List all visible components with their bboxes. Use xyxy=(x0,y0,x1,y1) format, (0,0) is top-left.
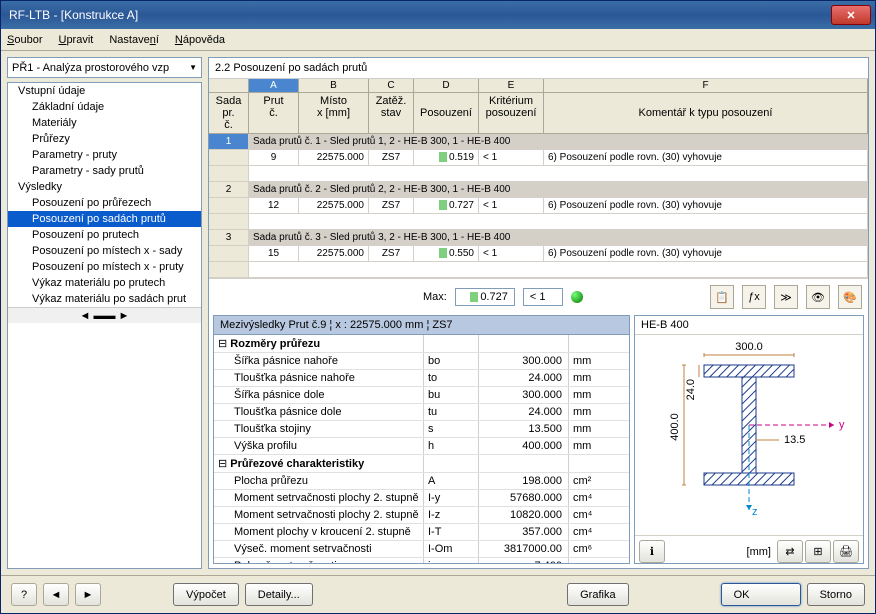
tool-btn-5[interactable]: 🎨 xyxy=(838,285,862,309)
bottom-bar: ? ◄ ► Výpočet Detaily... Grafika OK Stor… xyxy=(1,575,875,613)
svg-text:y: y xyxy=(839,419,845,431)
detail-row: Moment setrvačnosti plochy 2. stupněI-z1… xyxy=(214,507,629,524)
detail-header: Mezivýsledky Prut č.9 ¦ x : 22575.000 mm… xyxy=(214,316,629,335)
grafika-button[interactable]: Grafika xyxy=(567,583,628,606)
detail-row: Tloušťka pásnice nahořeto24.000mm xyxy=(214,370,629,387)
menu-upravit[interactable]: Upravit xyxy=(58,34,93,46)
detail-row: Plocha průřezuA198.000cm² xyxy=(214,473,629,490)
menubar: Soubor Upravit Nastavení Nápověda xyxy=(1,29,875,51)
grid-data-row[interactable]: 9 22575.000 ZS7 0.519 < 1 6) Posouzení p… xyxy=(209,150,868,166)
max-criterion: < 1 xyxy=(523,288,563,306)
grid-data-row[interactable]: 12 22575.000 ZS7 0.727 < 1 6) Posouzení … xyxy=(209,198,868,214)
section-title: 2.2 Posouzení po sadách prutů xyxy=(209,58,868,79)
tool-btn-4[interactable]: 👁 xyxy=(806,285,830,309)
storno-button[interactable]: Storno xyxy=(807,583,865,606)
grid-body[interactable]: 1Sada prutů č. 1 - Sled prutů 1, 2 - HE-… xyxy=(209,134,868,278)
svg-text:z: z xyxy=(752,506,758,518)
detail-row: Šířka pásnice dolebu300.000mm xyxy=(214,387,629,404)
detail-row: Výseč. moment setrvačnostiI-Om3817000.00… xyxy=(214,541,629,558)
profile-diagram: 300.0 400.0 24.0 13.5 y xyxy=(635,335,863,535)
menu-nastaveni[interactable]: Nastavení xyxy=(109,34,159,46)
svg-text:400.0: 400.0 xyxy=(669,413,681,441)
detail-group-title[interactable]: Rozměry průřezu xyxy=(214,335,424,352)
detail-row: Tloušťka stojinys13.500mm xyxy=(214,421,629,438)
vypocet-button[interactable]: Výpočet xyxy=(173,583,239,606)
case-dropdown[interactable]: PŘ1 - Analýza prostorového vzp xyxy=(7,57,202,78)
tree-item[interactable]: Vstupní údaje xyxy=(8,83,201,99)
detail-grid: Mezivýsledky Prut č.9 ¦ x : 22575.000 mm… xyxy=(213,315,630,564)
max-value: 0.727 xyxy=(455,288,515,306)
detail-group-title[interactable]: Průřezové charakteristiky xyxy=(214,455,424,472)
grid-col-letters: A B C D E F xyxy=(209,79,868,93)
tree-item[interactable]: Parametry - pruty xyxy=(8,147,201,163)
tree-item[interactable]: Výkaz materiálu po sadách prut xyxy=(8,291,201,307)
tree-item[interactable]: Parametry - sady prutů xyxy=(8,163,201,179)
status-ok-icon xyxy=(571,291,583,303)
detail-row: Poloměr setrvačnostii-z7.400cm xyxy=(214,558,629,563)
tree-item[interactable]: Posouzení po prutech xyxy=(8,227,201,243)
profile-panel: HE-B 400 xyxy=(634,315,864,564)
profile-info-btn[interactable]: ℹ xyxy=(639,540,665,563)
next-btn[interactable]: ► xyxy=(75,583,101,606)
profile-name: HE-B 400 xyxy=(635,316,863,335)
tree-item[interactable]: Výkaz materiálu po prutech xyxy=(8,275,201,291)
grid-data-row[interactable]: 15 22575.000 ZS7 0.550 < 1 6) Posouzení … xyxy=(209,246,868,262)
tree-item[interactable]: Materiály xyxy=(8,115,201,131)
grid-headers: Sada pr.č. Prutč. Místox [mm] Zatěž.stav… xyxy=(209,93,868,134)
grid-group-row[interactable]: 2Sada prutů č. 2 - Sled prutů 2, 2 - HE-… xyxy=(209,182,868,198)
titlebar: RF-LTB - [Konstrukce A] ✕ xyxy=(1,1,875,29)
profile-view-btn-2[interactable]: ⊞ xyxy=(805,540,831,563)
help-btn[interactable]: ? xyxy=(11,583,37,606)
nav-tree: Vstupní údajeZákladní údajeMateriályPrůř… xyxy=(7,82,202,569)
detail-row: Šířka pásnice nahořebo300.000mm xyxy=(214,353,629,370)
svg-text:24.0: 24.0 xyxy=(685,379,697,400)
grid-group-row[interactable]: 1Sada prutů č. 1 - Sled prutů 1, 2 - HE-… xyxy=(209,134,868,150)
dim-b: 300.0 xyxy=(735,341,763,353)
profile-print-btn[interactable]: 🖨 xyxy=(833,540,859,563)
case-dropdown-value: PŘ1 - Analýza prostorového vzp xyxy=(12,62,169,74)
prev-btn[interactable]: ◄ xyxy=(43,583,69,606)
max-label: Max: xyxy=(423,291,447,303)
grid-group-row[interactable]: 3Sada prutů č. 3 - Sled prutů 3, 2 - HE-… xyxy=(209,230,868,246)
tool-btn-3[interactable]: ≫ xyxy=(774,285,798,309)
menu-soubor[interactable]: Soubor xyxy=(7,34,42,46)
tree-item[interactable]: Základní údaje xyxy=(8,99,201,115)
app-window: RF-LTB - [Konstrukce A] ✕ Soubor Upravit… xyxy=(0,0,876,614)
tool-btn-1[interactable]: 📋 xyxy=(710,285,734,309)
window-title: RF-LTB - [Konstrukce A] xyxy=(5,8,831,22)
tree-scrollbar[interactable]: ◄ ▬▬ ► xyxy=(8,307,201,323)
ok-button[interactable]: OK xyxy=(721,583,801,606)
detaily-button[interactable]: Detaily... xyxy=(245,583,313,606)
detail-row: Moment setrvačnosti plochy 2. stupněI-y5… xyxy=(214,490,629,507)
detail-row: Tloušťka pásnice doletu24.000mm xyxy=(214,404,629,421)
detail-row: Moment plochy v kroucení 2. stupněI-T357… xyxy=(214,524,629,541)
detail-row: Výška profiluh400.000mm xyxy=(214,438,629,455)
summary-row: Max: 0.727 < 1 📋 ƒx ≫ 👁 🎨 xyxy=(209,278,868,315)
tree-item[interactable]: Posouzení po místech x - pruty xyxy=(8,259,201,275)
tree-item[interactable]: Průřezy xyxy=(8,131,201,147)
profile-unit: [mm] xyxy=(747,546,771,558)
tool-btn-2[interactable]: ƒx xyxy=(742,285,766,309)
tree-item[interactable]: Posouzení po místech x - sady xyxy=(8,243,201,259)
close-button[interactable]: ✕ xyxy=(831,5,871,25)
menu-napoveda[interactable]: Nápověda xyxy=(175,34,225,46)
svg-text:13.5: 13.5 xyxy=(784,434,805,446)
tree-item[interactable]: Výsledky xyxy=(8,179,201,195)
profile-view-btn-1[interactable]: ⇄ xyxy=(777,540,803,563)
tree-item[interactable]: Posouzení po sadách prutů xyxy=(8,211,201,227)
tree-item[interactable]: Posouzení po průřezech xyxy=(8,195,201,211)
